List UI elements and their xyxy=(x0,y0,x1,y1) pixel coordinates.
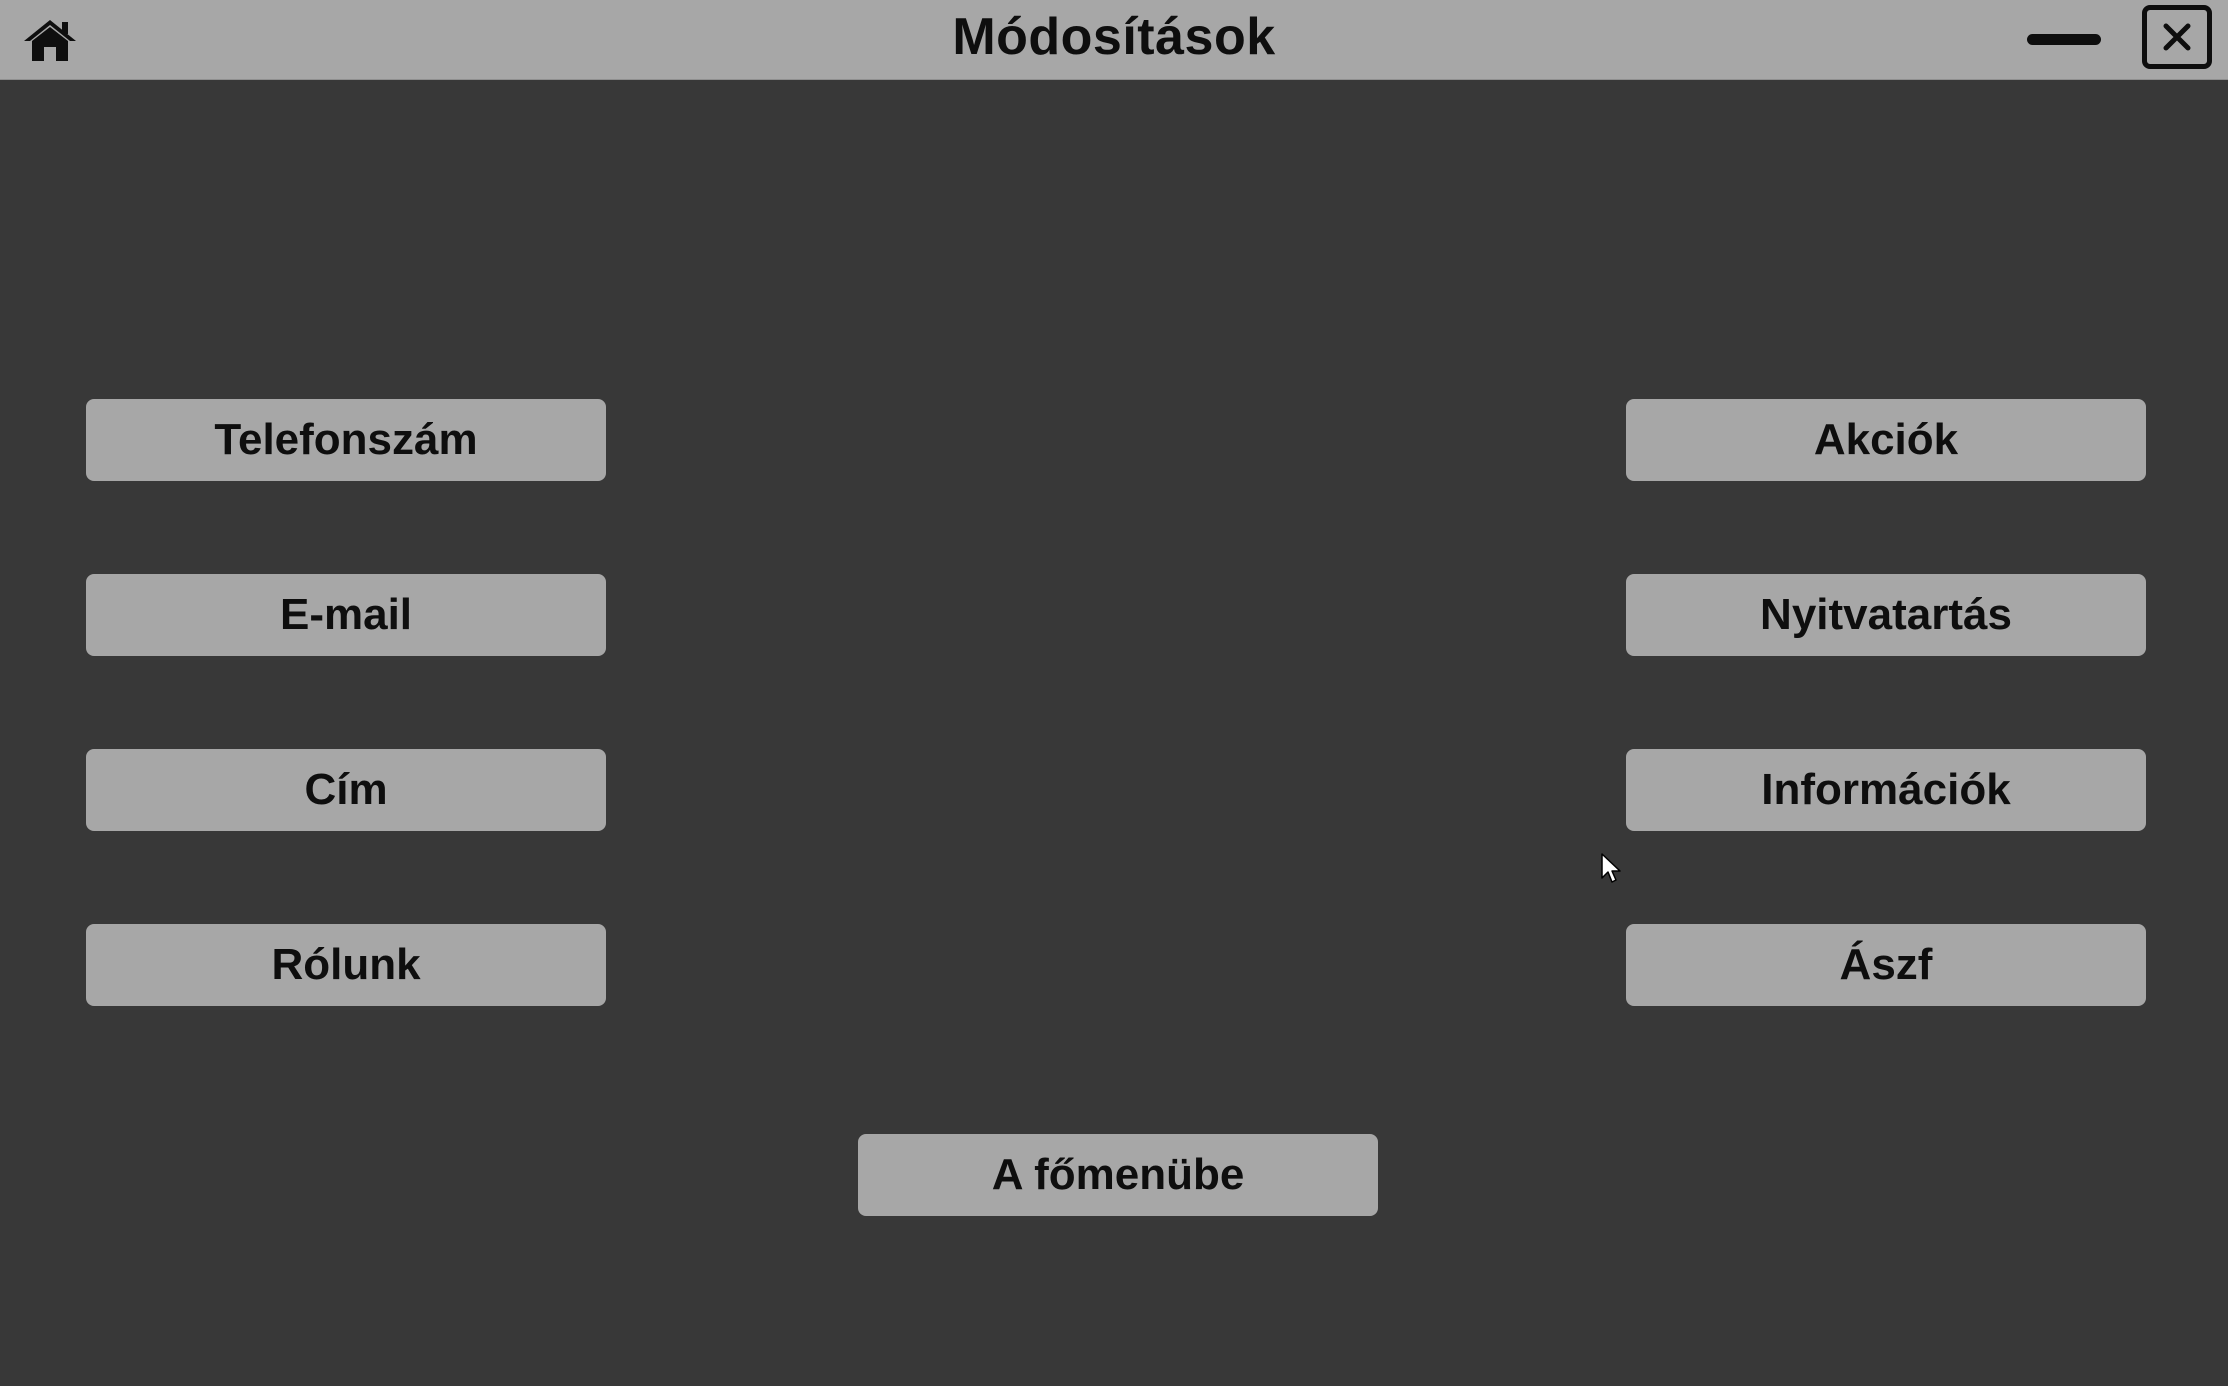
about-us-button[interactable]: Rólunk xyxy=(86,924,606,1006)
main-menu-button[interactable]: A főmenübe xyxy=(858,1134,1378,1216)
minimize-icon xyxy=(2027,34,2101,45)
terms-button[interactable]: Ászf xyxy=(1626,924,2146,1006)
minimize-button[interactable] xyxy=(2020,16,2108,60)
home-button[interactable] xyxy=(18,10,82,70)
close-icon xyxy=(2163,23,2191,51)
opening-hours-button[interactable]: Nyitvatartás xyxy=(1626,574,2146,656)
window-title: Módosítások xyxy=(952,8,1276,66)
home-icon xyxy=(24,20,76,61)
close-button[interactable] xyxy=(2142,5,2212,69)
title-bar: Módosítások xyxy=(0,0,2228,80)
information-button[interactable]: Információk xyxy=(1626,749,2146,831)
mouse-cursor-icon xyxy=(1601,853,1621,883)
phone-number-button[interactable]: Telefonszám xyxy=(86,399,606,481)
promotions-button[interactable]: Akciók xyxy=(1626,399,2146,481)
email-button[interactable]: E-mail xyxy=(86,574,606,656)
address-button[interactable]: Cím xyxy=(86,749,606,831)
